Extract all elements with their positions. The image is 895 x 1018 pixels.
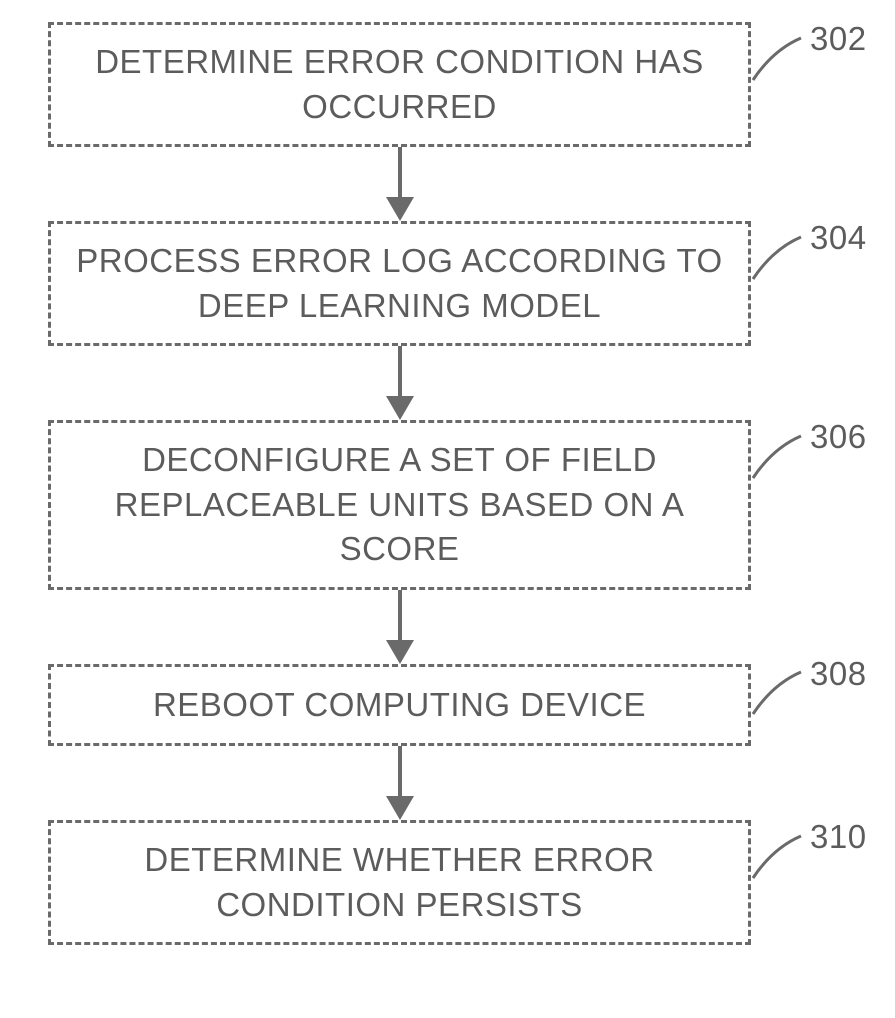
- flow-step-1: DETERMINE ERROR CONDITION HAS OCCURRED: [48, 22, 751, 147]
- arrow-3-4: [380, 590, 420, 664]
- flow-step-1-text: DETERMINE ERROR CONDITION HAS OCCURRED: [69, 40, 730, 129]
- flow-step-5: DETERMINE WHETHER ERROR CONDITION PERSIS…: [48, 820, 751, 945]
- arrow-1-2: [380, 147, 420, 221]
- leader-line-2: [751, 231, 806, 281]
- flow-step-5-text: DETERMINE WHETHER ERROR CONDITION PERSIS…: [69, 838, 730, 927]
- leader-line-5: [751, 830, 806, 880]
- flow-step-3-label: 306: [810, 418, 867, 456]
- flow-step-5-label: 310: [810, 818, 867, 856]
- arrow-2-3: [380, 346, 420, 420]
- flow-step-3: DECONFIGURE A SET OF FIELD REPLACEABLE U…: [48, 420, 751, 590]
- leader-line-3: [751, 430, 806, 480]
- flow-step-2-label: 304: [810, 219, 867, 257]
- leader-line-1: [751, 32, 806, 82]
- flow-step-2: PROCESS ERROR LOG ACCORDING TO DEEP LEAR…: [48, 221, 751, 346]
- flow-step-3-text: DECONFIGURE A SET OF FIELD REPLACEABLE U…: [69, 438, 730, 572]
- flow-step-4: REBOOT COMPUTING DEVICE: [48, 664, 751, 746]
- flow-step-1-label: 302: [810, 20, 867, 58]
- flow-step-4-label: 308: [810, 655, 867, 693]
- flowchart-canvas: DETERMINE ERROR CONDITION HAS OCCURRED 3…: [0, 0, 895, 1018]
- arrow-4-5: [380, 746, 420, 820]
- flow-step-2-text: PROCESS ERROR LOG ACCORDING TO DEEP LEAR…: [69, 239, 730, 328]
- leader-line-4: [751, 666, 806, 716]
- flow-step-4-text: REBOOT COMPUTING DEVICE: [153, 683, 646, 728]
